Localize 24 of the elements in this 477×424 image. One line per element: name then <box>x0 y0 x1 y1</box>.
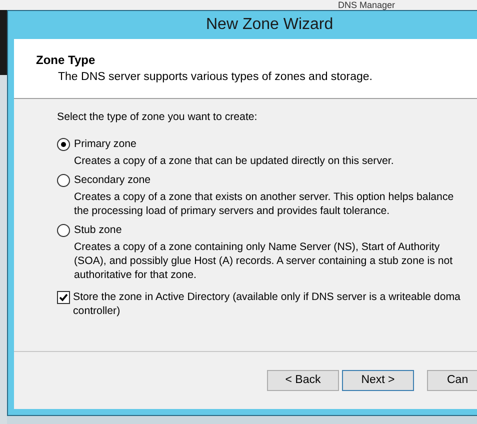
radio-button[interactable] <box>57 224 70 238</box>
checkmark-icon <box>59 292 68 302</box>
option-description: authoritative for that zone. <box>74 268 198 282</box>
option-description: the processing load of primary servers and provides fault tolerance. <box>74 204 391 218</box>
option-description: Creates a copy of a zone that can be updated directly on this server. <box>74 154 395 168</box>
background-window-title: DNS Manager <box>338 0 396 10</box>
radio-label[interactable]: Secondary zone <box>74 172 151 189</box>
radio-label[interactable]: Primary zone <box>74 136 136 153</box>
checkbox[interactable] <box>57 290 70 304</box>
prompt-text: Select the type of zone you want to create: <box>57 110 258 125</box>
wizard-button[interactable]: Can <box>427 370 477 391</box>
option-description: Creates a copy of a zone that exists on another server. This option helps balance <box>74 190 455 204</box>
radio-button[interactable] <box>57 138 70 152</box>
checkbox-label[interactable]: Store the zone in Active Directory (available only if DNS server is a writeable doma <box>73 290 460 304</box>
option-description: Creates a copy of a zone containing only Name Server (NS), Start of Authority <box>74 240 441 254</box>
checkbox-label[interactable]: controller) <box>73 304 460 318</box>
window-title: New Zone Wizard <box>206 15 334 35</box>
page-heading: Zone Type <box>36 52 96 69</box>
radio-button[interactable] <box>57 174 70 188</box>
wizard-button[interactable]: < Back <box>267 370 339 391</box>
radio-label[interactable]: Stub zone <box>74 222 122 239</box>
wizard-button[interactable]: Next > <box>342 370 414 391</box>
option-description: (SOA), and possibly glue Host (A) records. A server containing a stub zone is not <box>74 254 454 268</box>
page-subtitle: The DNS server supports various types of zones and storage. <box>57 70 374 85</box>
